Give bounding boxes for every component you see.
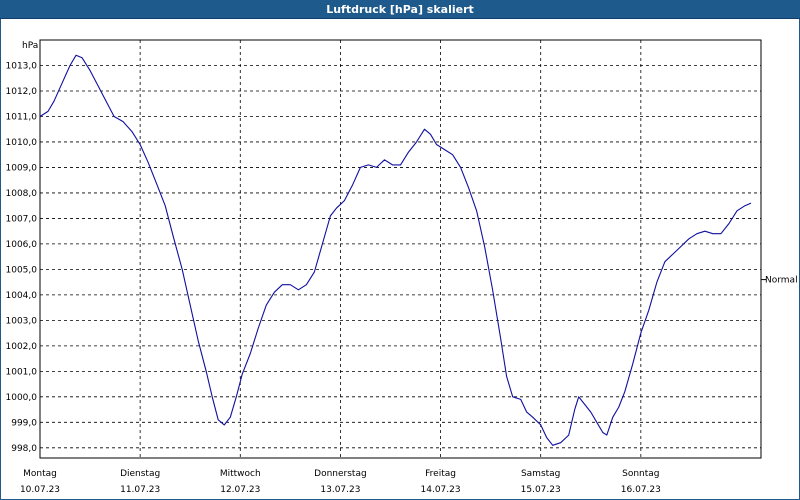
x-tick-day: Dienstag (120, 469, 160, 479)
y-tick-label: 1007,0 (6, 214, 38, 224)
y-tick-label: 1009,0 (6, 163, 38, 173)
x-tick-labels: Montag 10.07.23 Dienstag 11.07.23 Mittwoch 12… (20, 469, 661, 495)
y-tick-label: 1000,0 (6, 393, 38, 403)
y-tick-label: 1004,0 (6, 291, 38, 301)
y-tick-label: 1012,0 (6, 87, 38, 97)
y-tick-label: 1008,0 (6, 189, 38, 199)
y-tick-label: 1003,0 (6, 316, 38, 326)
reference-marker: Normal (761, 276, 798, 286)
y-tick-label: 1005,0 (6, 265, 38, 275)
x-tick-day: Samstag (521, 469, 560, 479)
x-tick-date: 16.07.23 (621, 485, 661, 495)
y-tick-label: 998,0 (11, 444, 37, 454)
x-tick-date: 12.07.23 (220, 485, 260, 495)
y-tick-label: 1002,0 (6, 342, 38, 352)
x-tick-day: Mittwoch (220, 469, 261, 479)
y-tick-label: 1006,0 (6, 240, 38, 250)
y-tick-label: 1013,0 (6, 61, 38, 71)
x-tick-day: Donnerstag (314, 469, 367, 479)
y-tick-label: 999,0 (11, 418, 37, 428)
y-tick-label: 1001,0 (6, 367, 38, 377)
x-tick-day: Sonntag (622, 469, 659, 479)
y-axis-label: hPa (22, 41, 38, 51)
x-tick-date: 14.07.23 (421, 485, 461, 495)
plot-area (39, 39, 762, 459)
y-tick-labels: 998,0 999,0 1000,0 1001,0 1002,0 1003,0 1004,0… (6, 61, 38, 453)
y-tick-label: 1010,0 (6, 138, 38, 148)
x-tick-day: Montag (23, 469, 57, 479)
x-tick-date: 11.07.23 (120, 485, 160, 495)
reference-label: Normal (765, 276, 798, 286)
x-tick-date: 13.07.23 (320, 485, 360, 495)
x-tick-date: 10.07.23 (20, 485, 60, 495)
x-tick-date: 15.07.23 (521, 485, 561, 495)
line-chart: 998,0 999,0 1000,0 1001,0 1002,0 1003,0 1004,0… (6, 39, 798, 495)
y-tick-label: 1011,0 (6, 112, 38, 122)
x-tick-day: Freitag (425, 469, 456, 479)
